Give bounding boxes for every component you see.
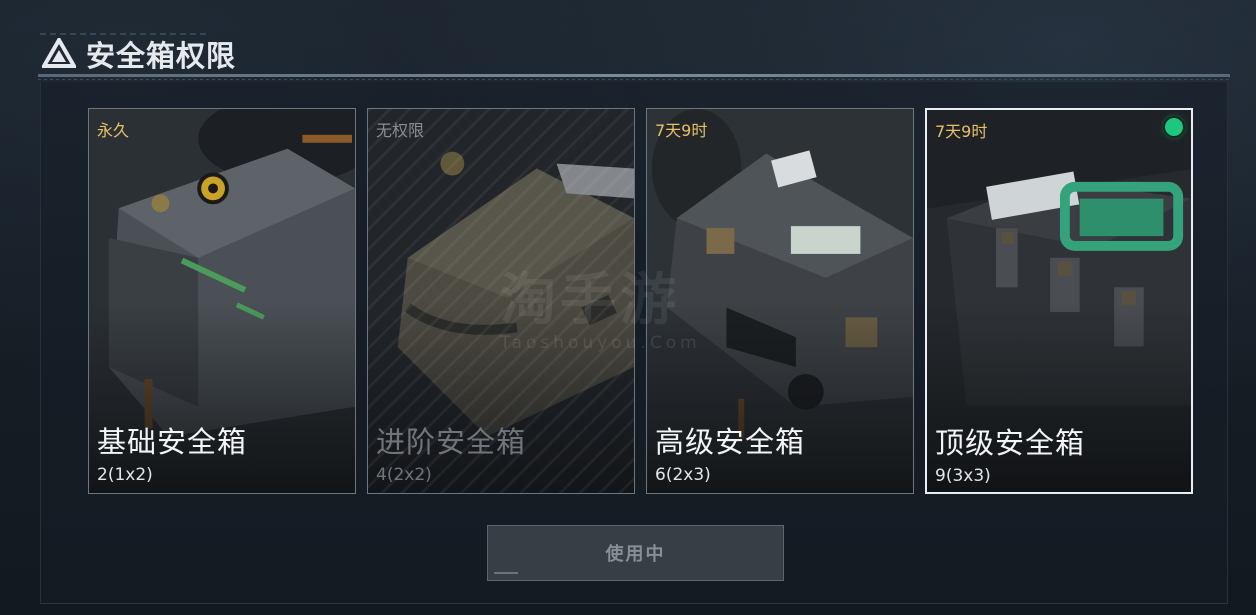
- card-title: 进阶安全箱: [376, 425, 527, 459]
- duration-label: 7天9时: [655, 121, 708, 140]
- card-title: 顶级安全箱: [935, 426, 1086, 460]
- watermark-sub: Taoshouyou.Com: [500, 333, 701, 353]
- card-title: 基础安全箱: [97, 425, 248, 459]
- selected-indicator-icon: [1165, 118, 1183, 136]
- watermark: 淘手游: [500, 268, 680, 333]
- safe-box-card-top[interactable]: 7天9时 顶级安全箱 9(3x3): [925, 108, 1193, 494]
- duration-label: 永久: [97, 121, 130, 140]
- card-capacity: 2(1x2): [97, 465, 153, 485]
- card-capacity: 9(3x3): [935, 466, 991, 486]
- header-divider: [38, 74, 1230, 77]
- safe-box-card-senior[interactable]: 7天9时 高级安全箱 6(2x3): [646, 108, 914, 494]
- header: 安全箱权限: [0, 0, 1256, 80]
- in-use-button[interactable]: 使用中: [487, 525, 784, 581]
- triangle-logo-icon: [42, 38, 76, 68]
- card-capacity: 4(2x2): [376, 465, 432, 485]
- card-capacity: 6(2x3): [655, 465, 711, 485]
- safe-box-card-basic[interactable]: 永久 基础安全箱 2(1x2): [88, 108, 356, 494]
- duration-label: 无权限: [376, 121, 425, 140]
- duration-label: 7天9时: [935, 122, 988, 141]
- card-title: 高级安全箱: [655, 425, 806, 459]
- page-title: 安全箱权限: [86, 39, 237, 73]
- in-use-button-label: 使用中: [605, 544, 666, 565]
- header-divider-dotted: [38, 79, 1230, 80]
